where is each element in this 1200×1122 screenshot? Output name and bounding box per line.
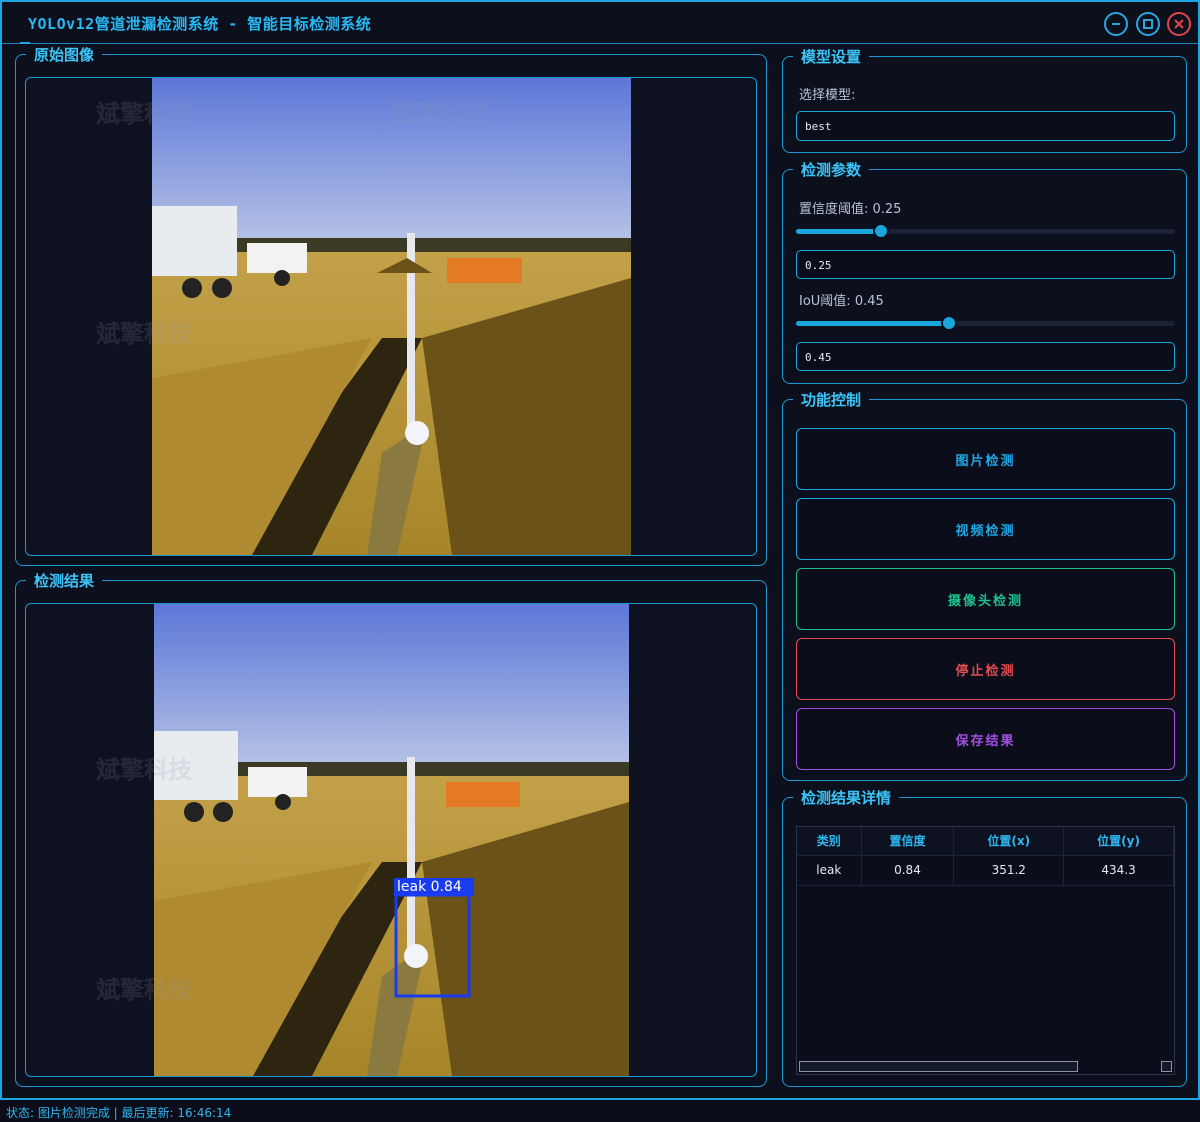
window-title: YOLOv12管道泄漏检测系统 - 智能目标检测系统 — [28, 15, 372, 33]
original-image-title: 原始图像 — [26, 44, 103, 65]
original-image-frame: 斌擎科技 斌擎科技 斌擎科技 — [25, 77, 757, 556]
confidence-label: 置信度阈值: 0.25 — [799, 202, 902, 217]
horizontal-scrollbar[interactable] — [799, 1061, 1078, 1072]
table-cell-class: leak — [797, 855, 862, 886]
minimize-button[interactable] — [1104, 12, 1128, 36]
result-image: leak 0.84 — [154, 604, 629, 1076]
confidence-input[interactable]: 0.25 — [796, 250, 1175, 279]
model-settings-group: 模型设置 选择模型: best — [782, 46, 1187, 153]
model-select[interactable]: best — [796, 111, 1175, 141]
maximize-button[interactable] — [1136, 12, 1160, 36]
column-header[interactable]: 类别 — [797, 827, 862, 856]
model-select-label: 选择模型: — [799, 88, 856, 103]
title-bar[interactable]: YOLOv12管道泄漏检测系统 - 智能目标检测系统 — [2, 2, 1198, 44]
image-detect-button[interactable]: 图片检测 — [796, 428, 1175, 490]
table-row[interactable]: leak 0.84 351.2 434.3 — [797, 855, 1174, 886]
detection-details-group: 检测结果详情 类别 置信度 位置(x) 位置(y) leak 0.84 351.… — [782, 787, 1187, 1087]
minimize-icon — [1112, 23, 1120, 25]
detection-result-title: 检测结果 — [26, 570, 103, 591]
maximize-icon — [1143, 19, 1153, 29]
table-cell-confidence: 0.84 — [861, 855, 955, 886]
original-image: 斌擎科技 — [152, 78, 631, 555]
stop-detect-button[interactable]: 停止检测 — [796, 638, 1175, 700]
detection-params-group: 检测参数 置信度阈值: 0.25 0.25 IoU阈值: 0.45 0.45 — [782, 159, 1187, 384]
details-table-container[interactable]: 类别 置信度 位置(x) 位置(y) leak 0.84 351.2 434.3 — [796, 826, 1175, 1075]
table-cell-x: 351.2 — [953, 855, 1065, 886]
original-image-group: 原始图像 斌擎科技 斌擎科技 — [15, 44, 767, 566]
video-detect-button[interactable]: 视频检测 — [796, 498, 1175, 560]
column-header[interactable]: 位置(y) — [1063, 827, 1174, 856]
save-result-button[interactable]: 保存结果 — [796, 708, 1175, 770]
iou-label: IoU阈值: 0.45 — [799, 294, 884, 309]
confidence-slider[interactable] — [796, 223, 1175, 239]
close-button[interactable] — [1167, 12, 1191, 36]
iou-slider[interactable] — [796, 315, 1175, 331]
close-icon — [1174, 19, 1184, 29]
detection-result-group: 检测结果 leak 0.84 斌擎科技 斌擎科技 — [15, 570, 767, 1087]
table-header-row: 类别 置信度 位置(x) 位置(y) — [797, 827, 1174, 856]
iou-slider-fill — [796, 321, 950, 326]
detection-details-title: 检测结果详情 — [793, 787, 900, 808]
details-table: 类别 置信度 位置(x) 位置(y) leak 0.84 351.2 434.3 — [797, 827, 1174, 886]
column-header[interactable]: 置信度 — [861, 827, 955, 856]
iou-slider-handle[interactable] — [941, 315, 958, 331]
iou-input[interactable]: 0.45 — [796, 342, 1175, 371]
confidence-slider-handle[interactable] — [873, 223, 890, 239]
function-control-title: 功能控制 — [793, 389, 870, 410]
scrollbar-corner — [1161, 1061, 1172, 1072]
confidence-slider-fill — [796, 229, 882, 234]
main-window: YOLOv12管道泄漏检测系统 - 智能目标检测系统 原始图像 斌擎科技 斌擎科… — [0, 0, 1200, 1100]
function-control-group: 功能控制 图片检测 视频检测 摄像头检测 停止检测 保存结果 — [782, 389, 1187, 781]
detection-box-label: leak 0.84 — [397, 879, 462, 895]
camera-detect-button[interactable]: 摄像头检测 — [796, 568, 1175, 630]
detection-params-title: 检测参数 — [793, 159, 870, 180]
column-header[interactable]: 位置(x) — [953, 827, 1065, 856]
status-bar: 状态: 图片检测完成 | 最后更新: 16:46:14 — [0, 1101, 1200, 1122]
table-cell-y: 434.3 — [1063, 855, 1174, 886]
result-image-frame: leak 0.84 斌擎科技 斌擎科技 — [25, 603, 757, 1077]
model-settings-title: 模型设置 — [793, 46, 870, 67]
